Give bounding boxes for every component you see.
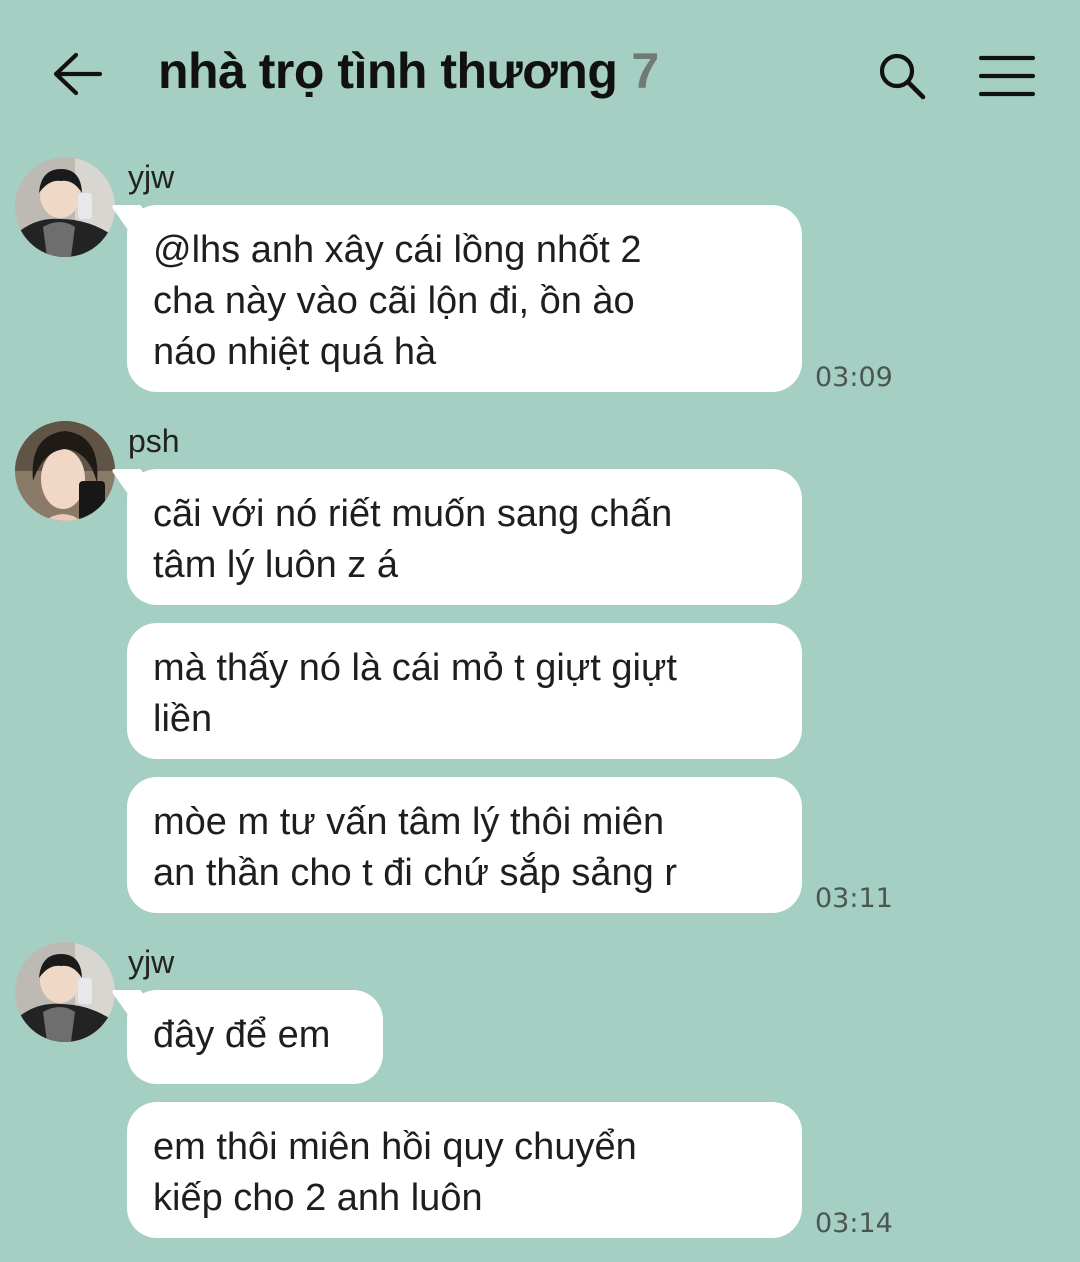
message-time: 03:14 bbox=[815, 1208, 893, 1239]
sender-name: yjw bbox=[128, 159, 175, 195]
chat-header: nhà trọ tình thương 7 bbox=[0, 0, 1080, 150]
message-bubble[interactable]: mà thấy nó là cái mỏ t giựt giựt liền bbox=[127, 623, 802, 759]
message-bubble[interactable]: cãi với nó riết muốn sang chấn tâm lý lu… bbox=[127, 469, 802, 605]
avatar-yjw[interactable] bbox=[15, 157, 115, 257]
arrow-left-icon bbox=[53, 52, 102, 96]
message-bubble[interactable]: em thôi miên hồi quy chuyển kiếp cho 2 a… bbox=[127, 1102, 802, 1238]
hamburger-menu-icon bbox=[979, 55, 1035, 97]
search-icon bbox=[879, 53, 926, 100]
chat-title: nhà trọ tình thương 7 bbox=[158, 42, 659, 100]
menu-button[interactable] bbox=[972, 46, 1042, 106]
message-time: 03:09 bbox=[815, 362, 893, 393]
avatar-photo bbox=[15, 421, 115, 521]
avatar-yjw[interactable] bbox=[15, 942, 115, 1042]
message-bubble[interactable]: đây để em bbox=[127, 990, 383, 1084]
group-name: nhà trọ tình thương bbox=[158, 43, 618, 99]
avatar-photo bbox=[15, 942, 115, 1042]
sender-name: psh bbox=[128, 423, 180, 459]
message-bubble[interactable]: @lhs anh xây cái lồng nhốt 2 cha này vào… bbox=[127, 205, 802, 392]
message-bubble[interactable]: mòe m tư vấn tâm lý thôi miên an thần ch… bbox=[127, 777, 802, 913]
message-time: 03:11 bbox=[815, 883, 893, 914]
member-count: 7 bbox=[631, 43, 659, 99]
back-button[interactable] bbox=[44, 44, 110, 104]
search-button[interactable] bbox=[870, 44, 934, 108]
avatar-photo bbox=[15, 157, 115, 257]
avatar-psh[interactable] bbox=[15, 421, 115, 521]
sender-name: yjw bbox=[128, 944, 175, 980]
